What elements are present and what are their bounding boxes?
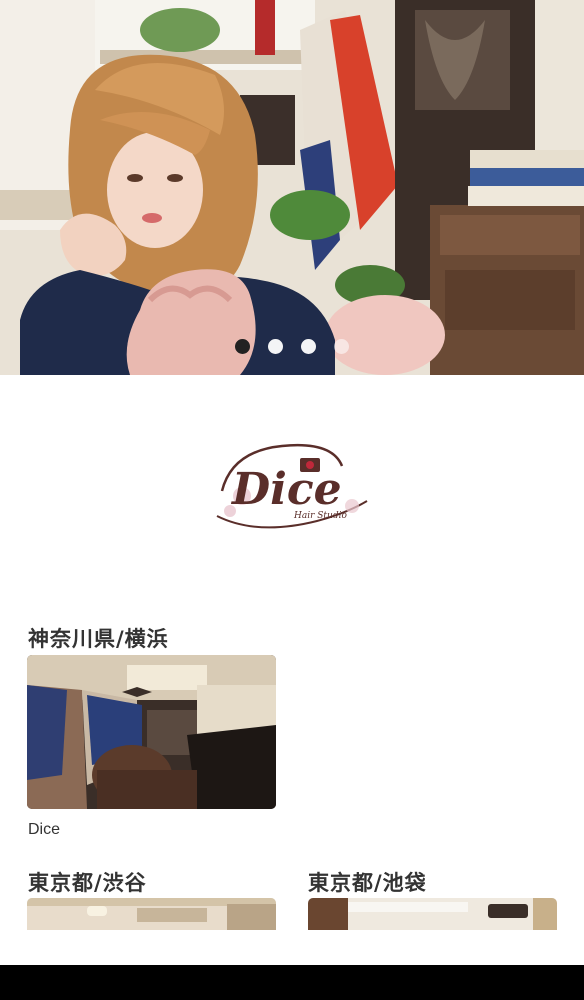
hero-image (0, 0, 584, 375)
salon-card-shibuya[interactable] (27, 898, 276, 930)
carousel-dot-2[interactable] (268, 339, 283, 354)
salon-photo (27, 898, 276, 930)
salon-photo (27, 655, 276, 809)
salon-card-dice-yokohama[interactable] (27, 655, 276, 809)
carousel-indicators (0, 339, 584, 355)
hero-carousel[interactable] (0, 0, 584, 375)
area-title-yokohama: 神奈川県/横浜 (28, 627, 169, 651)
system-navigation-bar (0, 965, 584, 1000)
salon-name-dice[interactable]: Dice (28, 821, 60, 839)
logo-wordmark: Dice (230, 464, 342, 515)
carousel-dot-3[interactable] (301, 339, 316, 354)
area-title-ikebukuro: 東京都/池袋 (308, 871, 427, 895)
logo-tagline: Hair Studio (293, 511, 347, 521)
carousel-dot-4[interactable] (334, 339, 349, 354)
salon-photo (308, 898, 557, 930)
carousel-dot-1[interactable] (235, 339, 250, 354)
area-title-shibuya: 東京都/渋谷 (28, 871, 147, 895)
salon-card-ikebukuro[interactable] (308, 898, 557, 930)
salon-logo: Dice Hair Studio (212, 436, 372, 536)
